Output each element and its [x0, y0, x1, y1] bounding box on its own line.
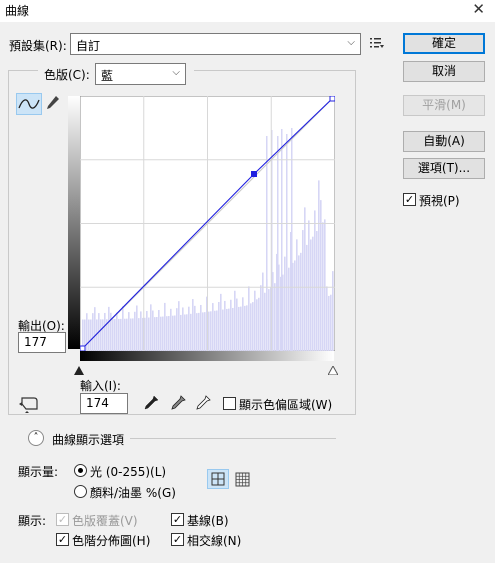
curve-points-icon[interactable] [16, 93, 42, 115]
intersection-line-checkbox[interactable]: ✓ [171, 533, 184, 546]
preset-select[interactable]: 自訂 ⌵ [70, 33, 361, 55]
window-title: 曲線 [5, 4, 30, 18]
channel-select[interactable]: 藍 ⌵ [95, 63, 186, 85]
baseline-checkbox[interactable]: ✓ [171, 513, 184, 526]
auto-button[interactable]: 自動(A) [403, 131, 485, 152]
show-amount-pigment-radio[interactable] [74, 485, 87, 498]
channel-value: 藍 [101, 69, 114, 83]
curve-graph[interactable] [80, 96, 335, 351]
baseline-label: 基線(B) [187, 514, 229, 528]
curves-dialog: 曲線 ✕ 預設集(R): 自訂 ⌵ 確定 取消 平滑(M) 自動(A) 選項(T… [0, 0, 495, 563]
preview-checkbox[interactable]: ✓ [403, 193, 416, 206]
input-field[interactable]: 174 [80, 393, 128, 414]
options-button[interactable]: 選項(T)... [403, 158, 485, 179]
display-options-divider [130, 438, 336, 439]
cancel-button[interactable]: 取消 [403, 61, 485, 82]
channel-label: 色版(C): [44, 68, 90, 82]
chevron-up-icon[interactable]: ˄ [28, 430, 44, 446]
smooth-button[interactable]: 平滑(M) [403, 95, 485, 116]
histogram-checkbox[interactable]: ✓ [56, 533, 69, 546]
preset-value: 自訂 [76, 39, 101, 53]
preset-label: 預設集(R): [9, 39, 67, 53]
pencil-icon[interactable] [45, 94, 61, 112]
show-amount-pigment-label: 顏料/油墨 %(G) [90, 486, 176, 500]
show-amount-light-label: 光 (0-255)(L) [90, 465, 167, 479]
input-label: 輸入(I): [80, 379, 121, 393]
chevron-down-icon: ⌵ [172, 67, 180, 78]
preview-label: 預視(P) [419, 194, 460, 208]
display-options-label: 曲線顯示選項 [52, 433, 125, 447]
curve-control-point[interactable] [251, 171, 257, 177]
curve-control-point[interactable] [80, 345, 86, 351]
eyedropper-black-icon[interactable] [143, 395, 159, 411]
input-gradient-bar [80, 350, 334, 361]
eyedropper-white-icon[interactable] [195, 395, 211, 411]
title-bar [0, 0, 495, 22]
grid-4x4-icon[interactable] [207, 469, 229, 489]
channel-overlays-label: 色版覆蓋(V) [72, 514, 138, 528]
intersection-line-label: 相交線(N) [187, 534, 242, 548]
ok-button[interactable]: 確定 [403, 33, 485, 54]
eyedropper-gray-icon[interactable] [170, 395, 186, 411]
channel-overlays-checkbox[interactable]: ✓ [56, 513, 69, 526]
show-amount-light-radio[interactable] [74, 464, 87, 477]
show-amount-label: 顯示量: [18, 465, 59, 479]
output-field[interactable]: 177 [18, 332, 66, 353]
output-gradient-bar [68, 96, 80, 349]
histogram-label: 色階分佈圖(H) [72, 534, 151, 548]
close-icon[interactable]: ✕ [472, 0, 485, 18]
grid-10x10-icon[interactable] [233, 469, 253, 489]
show-label: 顯示: [18, 514, 47, 528]
show-clipping-label: 顯示色偏區域(W) [239, 398, 333, 412]
curve-control-point[interactable] [329, 96, 335, 102]
white-point-slider[interactable] [327, 364, 339, 376]
chevron-down-icon: ⌵ [347, 37, 355, 48]
hand-adjust-icon[interactable] [18, 395, 42, 413]
preset-options-icon[interactable] [370, 36, 384, 50]
black-point-slider[interactable] [74, 364, 84, 375]
show-clipping-checkbox[interactable] [223, 397, 236, 410]
